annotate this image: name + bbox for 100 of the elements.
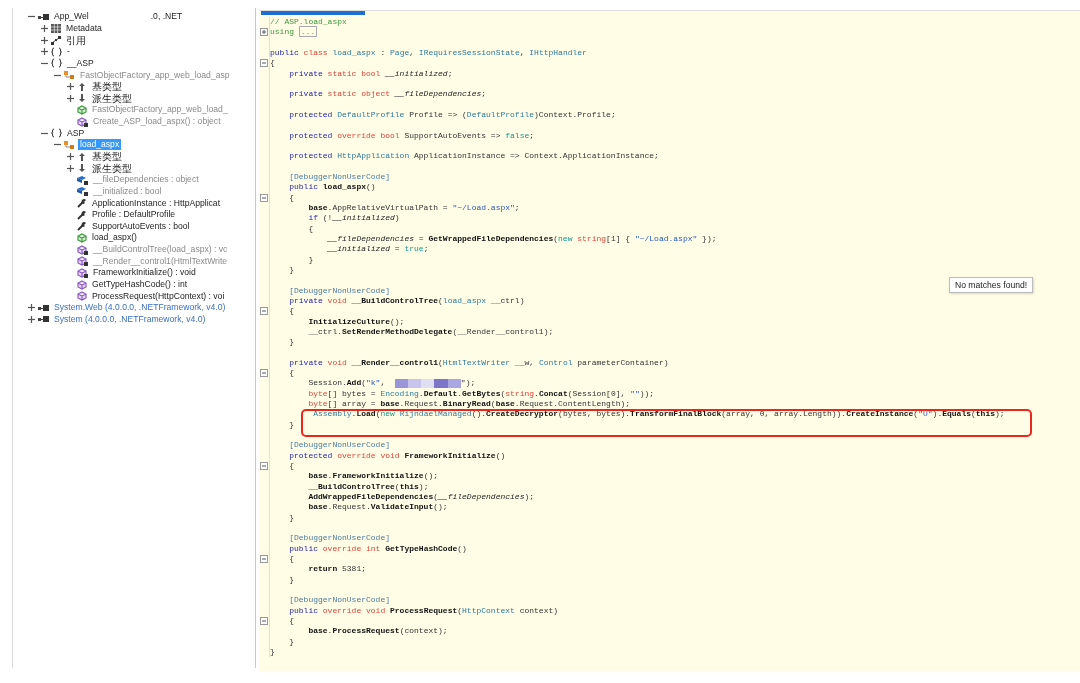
tree-item[interactable]: Create_ASP_load_aspx() : object [91,116,223,128]
wrench-icon [77,198,87,209]
search-message: No matches found! [949,277,1034,293]
expand-toggle[interactable] [28,304,35,312]
expand-toggle[interactable] [67,83,74,91]
collapse-toggle[interactable] [260,369,268,378]
wrench-icon [77,209,87,220]
code-line: private static object __fileDependencies; [289,89,487,99]
assembly-icon [38,315,49,324]
code-line: base.Request.ValidateInput(); [308,502,448,512]
code-line: if (!__initialized) [308,213,400,223]
tree-item[interactable]: __ASP [65,57,96,69]
tree-item[interactable]: ASP [65,127,87,139]
redaction-mosaic [394,378,461,388]
cube-icon [77,291,87,302]
expand-toggle[interactable] [67,164,74,172]
up-arrow-icon [77,151,87,162]
expand-toggle[interactable] [41,24,48,32]
code-line: } [289,574,294,584]
tree-item[interactable]: App_Wel [52,11,91,23]
code-line: "); [460,378,476,388]
code-line: InitializeCulture(); [308,316,405,326]
code-line: { [289,616,294,626]
tree-item[interactable]: System (4.0.0.0, .NETFramework, v4.0) [52,313,208,325]
code-line: } [289,337,294,347]
code-line: protected override bool SupportAutoEvents => false; [289,130,535,140]
tree-item[interactable]: Profile : DefaultProfile [90,209,178,221]
cube-icon [77,256,88,267]
code-line: } [289,512,294,522]
code-line: protected HttpApplication ApplicationInstance => Context.ApplicationInstance; [289,151,659,161]
code-line: public override void ProcessRequest(HttpContext context) [289,605,559,615]
tree-item[interactable]: __BuildControlTree(load_aspx) : vc [91,244,230,256]
tree-item[interactable]: System.Web (4.0.0.0, .NETFramework, v4.0) [52,302,228,314]
expand-toggle[interactable] [260,28,268,37]
tree-item[interactable]: 基类型 [90,151,124,162]
tree-item[interactable]: ProcessRequest(HttpContext) : voi [90,290,227,302]
class-icon [64,70,75,80]
expand-toggle[interactable] [67,94,74,102]
code-line: public override int GetTypeHashCode() [289,543,467,553]
collapse-toggle[interactable] [260,555,268,564]
braces-icon [51,58,62,69]
cube-icon [77,116,88,127]
expand-toggle[interactable] [28,315,35,323]
code-line: private static bool __initialized; [289,68,453,78]
code-line: } [289,419,294,429]
cube-icon [77,279,87,290]
up-arrow-icon [77,81,87,92]
code-line: { [289,461,294,471]
tree-item[interactable]: FastObjectFactory_app_web_load_ [90,104,230,116]
cube-icon [77,244,88,255]
field-icon [77,174,88,185]
code-line: [DebuggerNonUserCode] [289,533,390,543]
code-line: } [289,636,294,646]
tree-item[interactable]: FastObjectFactory_app_web_load_asp [78,69,232,81]
code-line: base.AppRelativeVirtualPath = "~/Load.aspx"; [308,202,520,212]
code-line: { [289,192,294,202]
class-icon [64,139,75,150]
tree-item[interactable]: __fileDependencies : object [91,174,201,186]
tree-item[interactable]: SupportAutoEvents : bool [90,220,192,232]
code-line: [DebuggerNonUserCode] [289,440,390,450]
tree-item[interactable]: Metadata [64,22,104,34]
code-line: using ... [270,26,318,38]
code-line: AddWrappedFileDependencies(__fileDependencies); [308,492,535,502]
code-line: { [289,554,294,564]
code-line: { [289,306,294,316]
nodes-icon [51,35,61,45]
collapse-toggle[interactable] [260,462,268,471]
tree-item[interactable]: 引用 [64,34,88,46]
assembly-icon [38,12,49,21]
tree-item[interactable]: load_aspx() [90,232,139,244]
wrench-icon [77,221,87,232]
tree-item[interactable]: GetTypeHashCode() : int [90,279,190,291]
code-line: public class load_aspx : Page, IRequiresSessionState, IHttpHandler [270,48,587,57]
expand-toggle[interactable] [67,153,74,160]
collapse-toggle[interactable] [260,193,268,202]
code-line: } [308,254,314,264]
expand-toggle[interactable] [41,36,48,44]
collapse-toggle[interactable] [260,617,268,626]
code-line: base.FrameworkInitialize(); [308,471,439,481]
grid-icon [51,23,61,33]
tree-item[interactable]: __Render__control1(HtmlTextWrite [91,255,230,267]
tree-item[interactable]: __initialized : bool [91,185,164,197]
collapse-toggle[interactable] [260,59,268,68]
code-line: { [289,368,294,378]
collapse-toggle[interactable] [260,307,268,316]
code-line: [DebuggerNonUserCode] [289,595,390,605]
braces-icon [51,46,62,57]
tree-item[interactable]: 派生类型 [90,92,134,104]
code-line: __BuildControlTree(this); [308,481,429,491]
down-arrow-icon [77,93,87,104]
tree-item[interactable]: ApplicationInstance : HttpApplicat [90,197,223,209]
code-line: return 5381; [308,564,366,574]
code-line: protected DefaultProfile Profile => (DefaultProfile)Context.Profile; [289,109,616,119]
tree-item[interactable]: - [65,46,72,58]
expand-toggle[interactable] [41,48,48,56]
code-line: } [289,264,294,274]
tree-item[interactable]: 基类型 [90,81,124,93]
tree-item[interactable]: 派生类型 [90,162,134,174]
tree-item[interactable]: FrameworkInitialize() : void [91,267,198,279]
tree-item-text: .0, .NET [149,11,184,23]
